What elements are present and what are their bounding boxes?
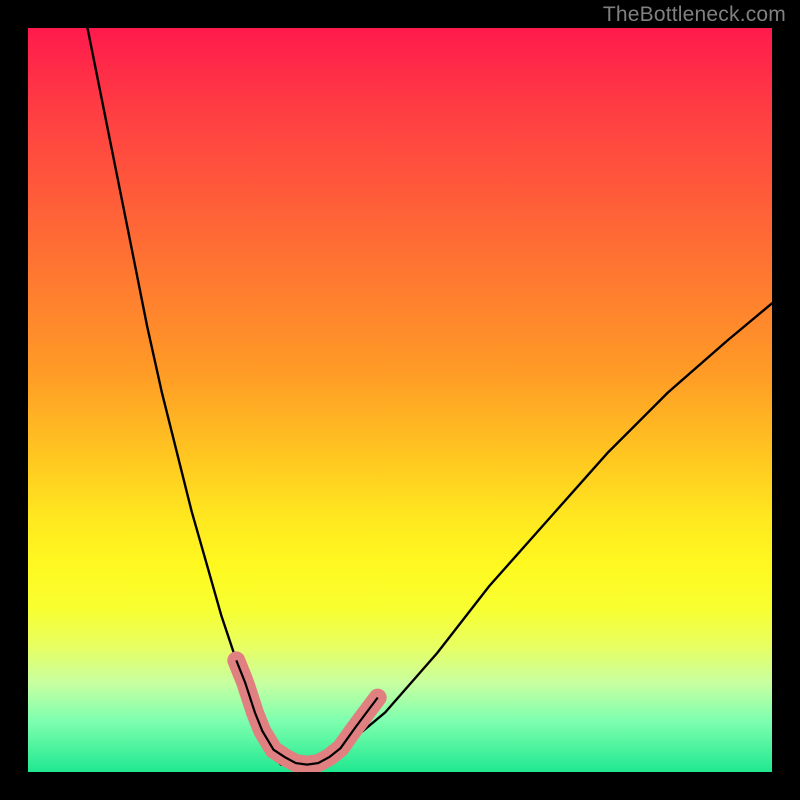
chart-frame: TheBottleneck.com — [0, 0, 800, 800]
marker-overlay-group — [227, 651, 386, 772]
watermark-text: TheBottleneck.com — [603, 3, 786, 27]
plot-area — [28, 28, 772, 772]
chart-svg — [28, 28, 772, 772]
bottleneck-curve-path — [88, 28, 773, 765]
